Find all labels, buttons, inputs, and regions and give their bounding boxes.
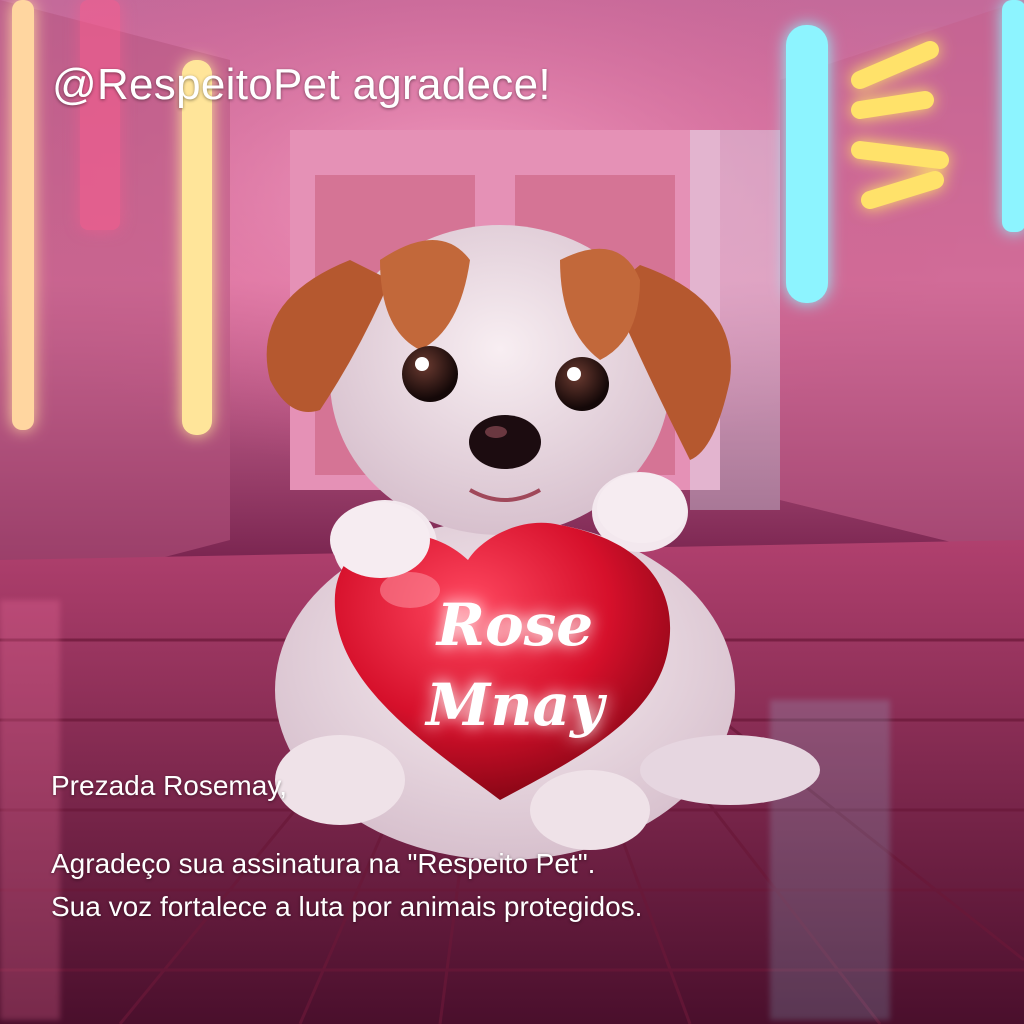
message-line-1: Agradeço sua assinatura na "Respeito Pet… bbox=[51, 848, 596, 879]
heart-name-line2: Mnay bbox=[424, 671, 608, 739]
greeting-text: Prezada Rosemay, bbox=[51, 770, 288, 801]
heart-name-line1: Rose bbox=[435, 591, 593, 659]
message-line-2: Sua voz fortalece a luta por animais pro… bbox=[51, 891, 643, 922]
headline: @RespeitoPet agradece! bbox=[52, 60, 551, 109]
